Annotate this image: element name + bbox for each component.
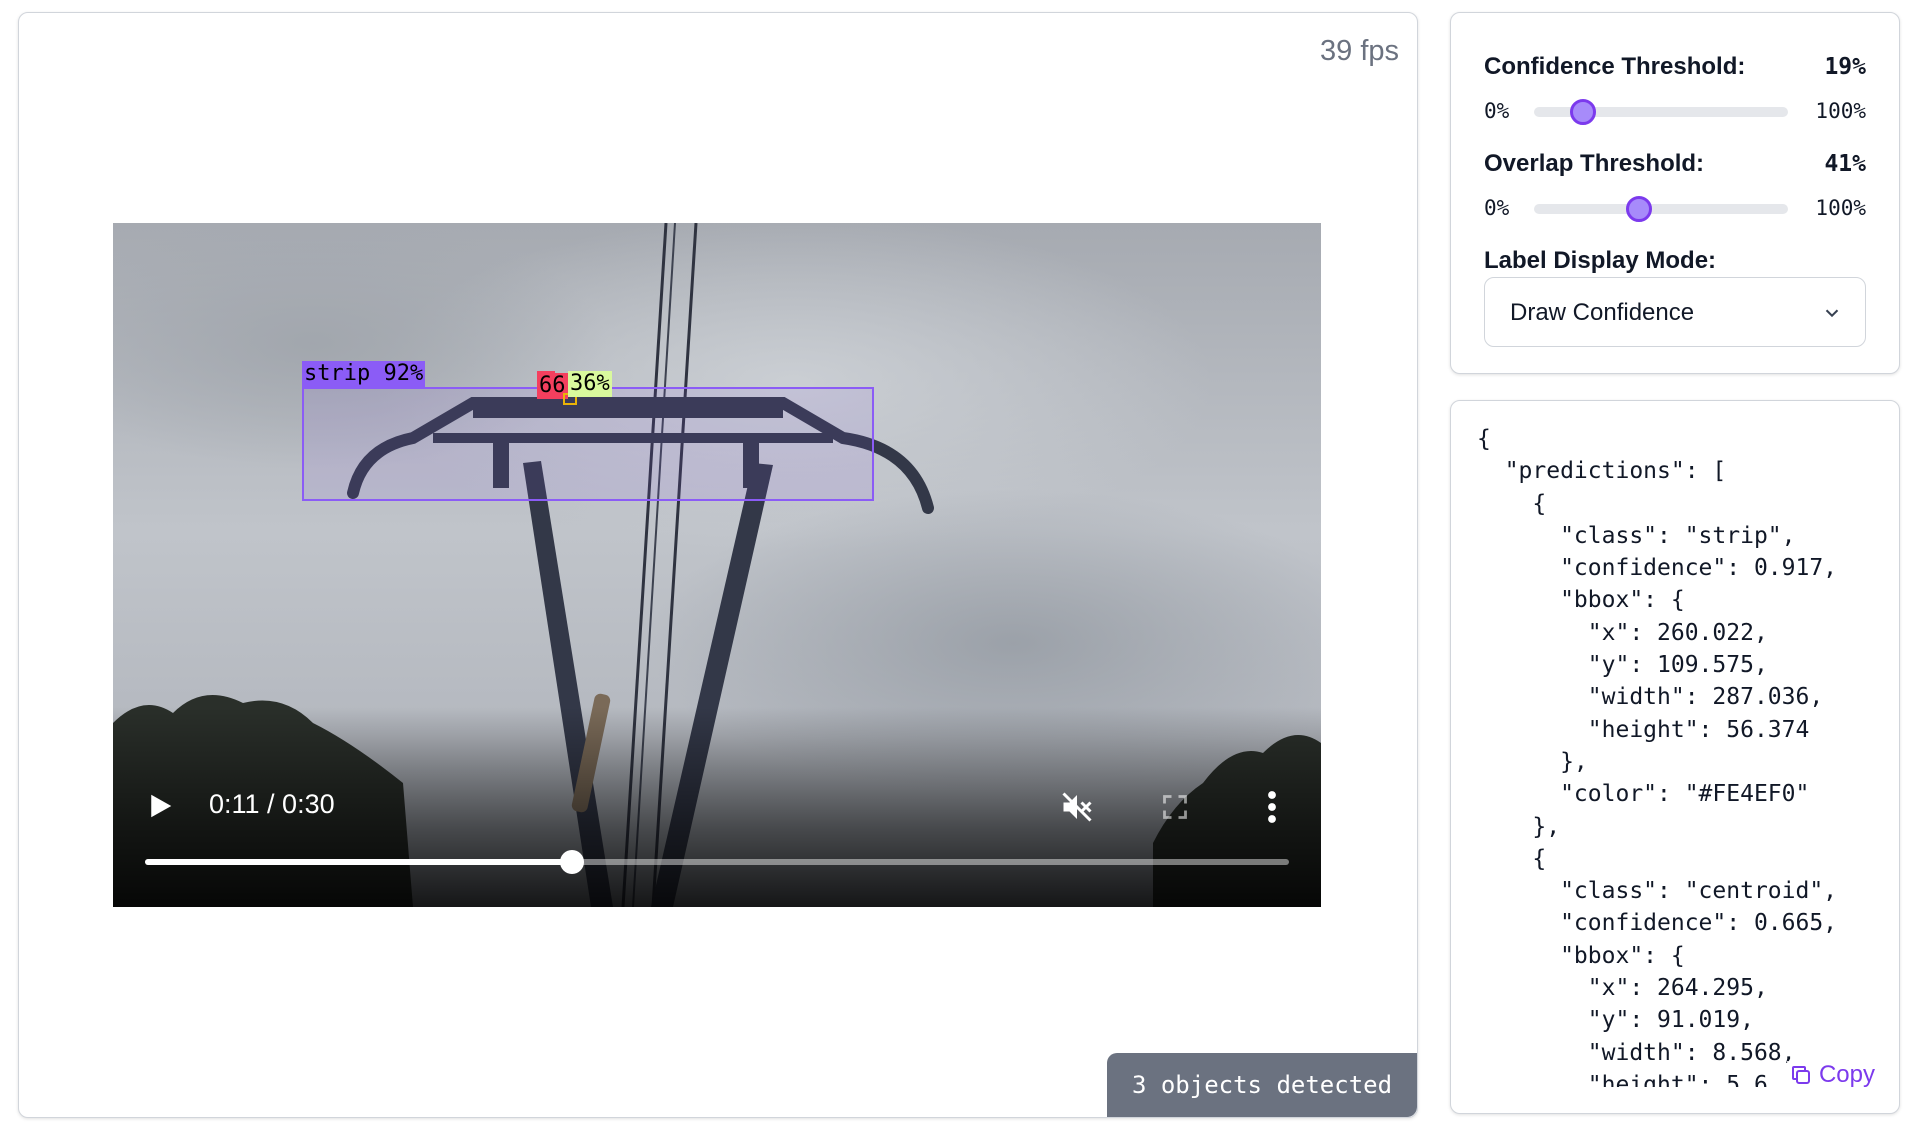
copy-button[interactable]: Copy	[1786, 1061, 1877, 1089]
overlap-thumb[interactable]	[1626, 196, 1653, 222]
fps-counter: 39 fps	[1320, 35, 1399, 67]
volume-muted-icon[interactable]	[1059, 789, 1095, 825]
video-progress-thumb[interactable]	[559, 850, 584, 874]
copy-icon	[1791, 1066, 1810, 1084]
confidence-thumb[interactable]	[1570, 99, 1597, 125]
overlap-threshold-value: 41%	[1824, 151, 1866, 177]
copy-label: Copy	[1818, 1061, 1875, 1088]
label-display-mode-value: Draw Confidence	[1510, 299, 1695, 326]
confidence-threshold-label: Confidence Threshold:	[1484, 53, 1746, 80]
predictions-json-panel: { "predictions": [ { "class": "strip", "…	[1450, 400, 1900, 1114]
video-time: 0:11 / 0:30	[209, 789, 335, 819]
video-player[interactable]: strip 92% 66 36% 0:11 / 0:30	[113, 223, 1321, 907]
overlap-min-label: 0%	[1484, 196, 1510, 220]
bbox-strip	[302, 387, 874, 501]
settings-panel: Confidence Threshold: 19% 0% 100% Overla…	[1450, 12, 1900, 374]
fullscreen-icon[interactable]	[1161, 793, 1189, 821]
detection-count-toast: 3 objects detected	[1107, 1053, 1417, 1117]
overlap-threshold-label: Overlap Threshold:	[1484, 150, 1705, 177]
more-vertical-icon[interactable]	[1265, 789, 1279, 825]
confidence-threshold-slider[interactable]: 0% 100%	[1484, 97, 1866, 127]
bbox-label-third: 36%	[568, 371, 612, 397]
chevron-down-icon	[1825, 309, 1839, 318]
overlap-track[interactable]	[1534, 196, 1788, 222]
predictions-json: { "predictions": [ { "class": "strip", "…	[1477, 426, 1838, 1087]
bbox-label-strip: strip 92%	[302, 361, 426, 387]
video-inference-panel: 39 fps strip 92% 66 36% 0:11 / 0:30 3 ob…	[18, 12, 1418, 1118]
confidence-track[interactable]	[1534, 99, 1788, 125]
label-display-mode-label: Label Display Mode:	[1484, 247, 1717, 274]
confidence-max-label: 100%	[1815, 99, 1866, 123]
overlap-max-label: 100%	[1815, 196, 1866, 220]
video-progress-bar[interactable]	[145, 850, 1289, 874]
confidence-threshold-value: 19%	[1824, 54, 1866, 80]
overlap-threshold-slider[interactable]: 0% 100%	[1484, 194, 1866, 224]
play-icon[interactable]	[145, 791, 175, 821]
confidence-min-label: 0%	[1484, 99, 1510, 123]
video-progress-fill	[145, 859, 572, 865]
label-display-mode-select[interactable]: Draw Confidence	[1484, 277, 1866, 347]
